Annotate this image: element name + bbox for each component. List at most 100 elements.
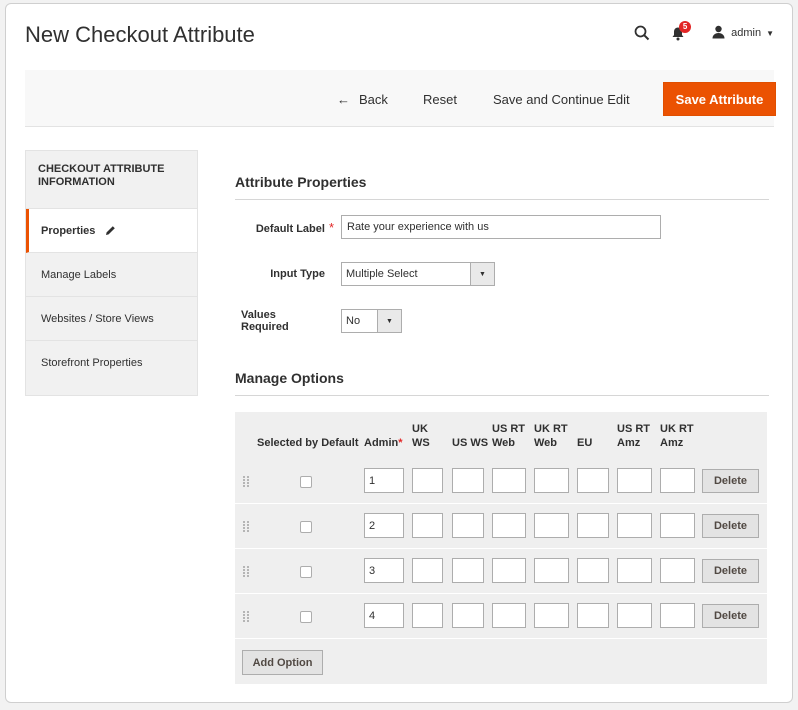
sidebar-item-label: Manage Labels	[41, 268, 117, 281]
manage-options-section: Manage Options	[235, 370, 769, 396]
header-uk-rt-web: UK RT Web	[534, 423, 568, 449]
delete-option-button[interactable]: Delete	[702, 469, 759, 493]
values-required-field: Values Required No ▼	[235, 309, 402, 333]
admin-value-input[interactable]	[364, 468, 404, 493]
uk-ws-input[interactable]	[412, 513, 443, 538]
admin-username: admin	[731, 27, 762, 39]
sidebar-item-properties[interactable]: Properties	[26, 209, 197, 253]
user-icon	[712, 25, 725, 42]
required-asterisk: *	[398, 437, 403, 449]
option-row: Delete	[235, 550, 767, 594]
us-rt-web-input[interactable]	[492, 513, 526, 538]
uk-rt-amz-input[interactable]	[660, 558, 695, 583]
drag-handle-icon[interactable]	[243, 476, 249, 491]
option-row: Delete	[235, 460, 767, 504]
required-asterisk: *	[328, 219, 334, 235]
uk-rt-amz-input[interactable]	[660, 513, 695, 538]
default-label-label: Default Label *	[255, 219, 334, 235]
uk-ws-input[interactable]	[412, 603, 443, 628]
sidebar-item-websites-store-views[interactable]: Websites / Store Views	[26, 297, 197, 341]
page-actions-bar: ← Back Reset Save and Continue Edit Save …	[25, 70, 776, 127]
header-uk-rt-amz: UK RT Amz	[660, 423, 694, 449]
values-required-value: No	[346, 315, 361, 327]
uk-rt-web-input[interactable]	[534, 558, 569, 583]
header-us-ws: US WS	[452, 437, 489, 449]
us-rt-web-input[interactable]	[492, 603, 526, 628]
uk-rt-web-input[interactable]	[534, 468, 569, 493]
header-actions: 5 admin ▼	[632, 21, 774, 44]
header-selected-by-default: Selected by Default	[257, 437, 359, 449]
app-window: New Checkout Attribute 5 admin ▼ ← Back R…	[5, 3, 793, 703]
save-attribute-button[interactable]: Save Attribute	[663, 82, 776, 116]
header-us-rt-web: US RT Web	[492, 423, 525, 449]
admin-value-input[interactable]	[364, 558, 404, 583]
us-rt-amz-input[interactable]	[617, 468, 652, 493]
pencil-icon	[105, 225, 116, 236]
delete-option-button[interactable]: Delete	[702, 604, 759, 628]
uk-ws-input[interactable]	[412, 468, 443, 493]
section-title-manage-options: Manage Options	[235, 370, 769, 396]
chevron-down-icon: ▼	[470, 263, 494, 285]
input-type-field: Input Type Multiple Select ▼	[235, 262, 495, 286]
input-type-label: Input Type	[270, 268, 325, 280]
uk-rt-web-input[interactable]	[534, 513, 569, 538]
us-ws-input[interactable]	[452, 513, 484, 538]
back-button-label: Back	[359, 92, 388, 107]
reset-button[interactable]: Reset	[423, 85, 457, 115]
arrow-left-icon: ←	[337, 92, 350, 107]
uk-rt-web-input[interactable]	[534, 603, 569, 628]
delete-option-button[interactable]: Delete	[702, 559, 759, 583]
admin-value-input[interactable]	[364, 513, 404, 538]
drag-handle-icon[interactable]	[243, 521, 249, 536]
drag-handle-icon[interactable]	[243, 566, 249, 581]
us-rt-web-input[interactable]	[492, 468, 526, 493]
default-label-field: Default Label *	[235, 215, 661, 239]
sidebar-item-label: Storefront Properties	[41, 357, 143, 369]
us-ws-input[interactable]	[452, 558, 484, 583]
caret-down-icon: ▼	[766, 28, 774, 38]
header-us-rt-amz: US RT Amz	[617, 423, 650, 449]
eu-input[interactable]	[577, 558, 609, 583]
us-rt-amz-input[interactable]	[617, 513, 652, 538]
options-table: Selected by Default Admin* UK WS US WS US…	[235, 412, 767, 684]
values-required-label: Values Required	[241, 309, 289, 333]
selected-by-default-checkbox[interactable]	[300, 521, 312, 533]
delete-option-button[interactable]: Delete	[702, 514, 759, 538]
option-row: Delete	[235, 595, 767, 639]
drag-handle-icon[interactable]	[243, 611, 249, 626]
us-ws-input[interactable]	[452, 468, 484, 493]
sidebar-item-label: Websites / Store Views	[41, 312, 154, 325]
us-ws-input[interactable]	[452, 603, 484, 628]
sidebar-item-storefront-properties[interactable]: Storefront Properties	[26, 341, 197, 385]
eu-input[interactable]	[577, 513, 609, 538]
uk-rt-amz-input[interactable]	[660, 603, 695, 628]
notifications-bell-icon[interactable]: 5	[668, 21, 692, 43]
input-type-value: Multiple Select	[346, 268, 418, 280]
selected-by-default-checkbox[interactable]	[300, 476, 312, 488]
save-and-continue-button[interactable]: Save and Continue Edit	[493, 85, 630, 115]
uk-ws-input[interactable]	[412, 558, 443, 583]
selected-by-default-checkbox[interactable]	[300, 611, 312, 623]
chevron-down-icon: ▼	[377, 310, 401, 332]
sidebar-item-label: Properties	[41, 224, 96, 237]
selected-by-default-checkbox[interactable]	[300, 566, 312, 578]
us-rt-web-input[interactable]	[492, 558, 526, 583]
search-icon[interactable]	[632, 23, 652, 43]
option-row: Delete	[235, 505, 767, 549]
input-type-select[interactable]: Multiple Select ▼	[341, 262, 495, 286]
us-rt-amz-input[interactable]	[617, 558, 652, 583]
uk-rt-amz-input[interactable]	[660, 468, 695, 493]
add-option-button[interactable]: Add Option	[242, 650, 323, 675]
values-required-select[interactable]: No ▼	[341, 309, 402, 333]
eu-input[interactable]	[577, 468, 609, 493]
sidebar-item-manage-labels[interactable]: Manage Labels	[26, 253, 197, 297]
us-rt-amz-input[interactable]	[617, 603, 652, 628]
sidebar-tabs: Checkout Attribute Information Propertie…	[25, 150, 198, 396]
notification-count-badge: 5	[679, 21, 692, 33]
header-eu: EU	[577, 437, 593, 449]
eu-input[interactable]	[577, 603, 609, 628]
admin-value-input[interactable]	[364, 603, 404, 628]
admin-user-menu[interactable]: admin ▼	[712, 25, 774, 42]
back-button[interactable]: ← Back	[337, 85, 388, 115]
default-label-input[interactable]	[341, 215, 661, 239]
